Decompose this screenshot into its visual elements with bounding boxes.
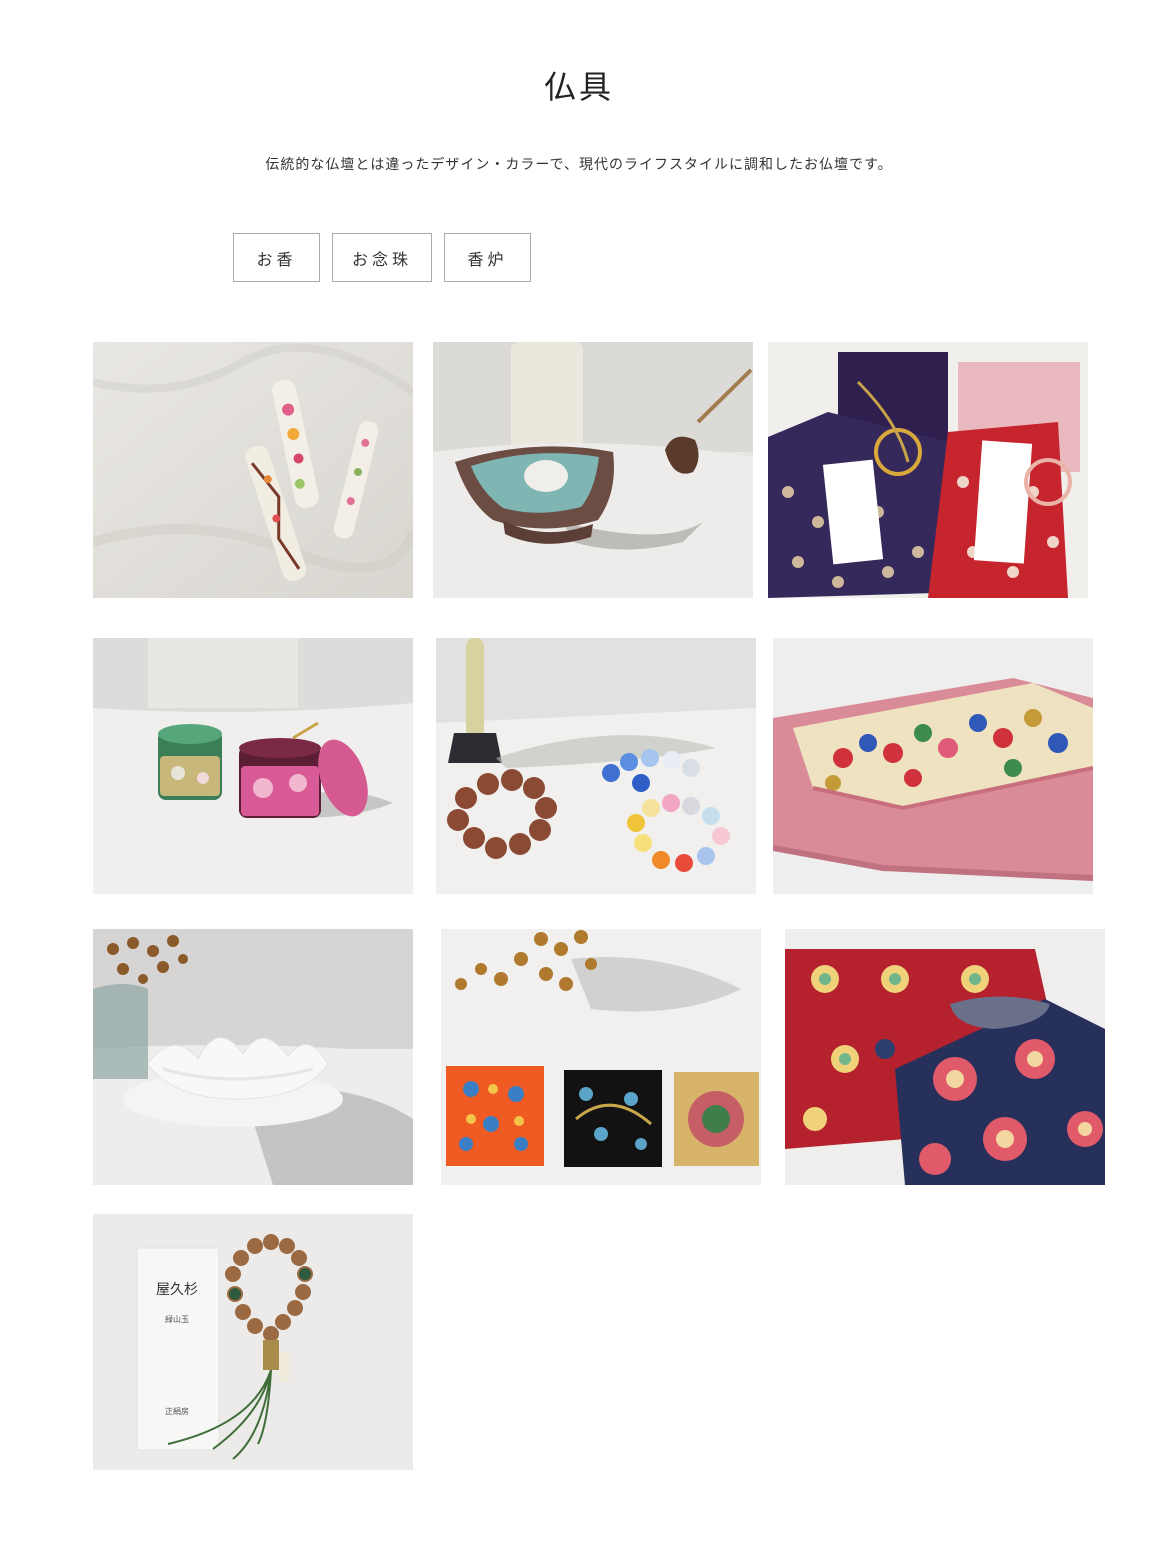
page-title: 仏具 [543,68,614,106]
brocade-pouch-image [773,638,1093,894]
brocade-coasters-image [441,929,761,1185]
label-shoken: 正絹房 [165,1406,189,1416]
yakusugi-rosary-image: 屋久杉 緑山玉 正絹房 [93,1214,413,1470]
filter-incense-button[interactable]: お香 [233,233,320,282]
label-ryokuzan: 緑山玉 [165,1314,189,1324]
product-tile-brocade-pouch[interactable] [773,638,1093,894]
page-description: 伝統的な仏壇とは違ったデザイン・カラーで、現代のライフスタイルに調和したお仏壇で… [265,157,893,173]
product-tile-coasters[interactable] [441,929,761,1185]
incense-burner-dish-image [433,342,753,598]
bead-bracelets-image [436,638,756,894]
tea-caddies-image [93,638,413,894]
brocade-purses-image [785,929,1105,1185]
product-tile-rosary[interactable]: 屋久杉 緑山玉 正絹房 [93,1214,413,1470]
gift-envelopes-image [768,342,1088,598]
product-tile-candles[interactable] [93,342,413,598]
product-tile-tea-caddies[interactable] [93,638,413,894]
product-tile-incense-dish[interactable] [433,342,753,598]
product-tile-lotus-bowl[interactable] [93,929,413,1185]
filter-censer-button[interactable]: 香炉 [444,233,531,282]
filter-rosary-button[interactable]: お念珠 [332,233,432,282]
label-yakusugi: 屋久杉 [156,1282,198,1298]
painted-candles-image [93,342,413,598]
product-tile-brocade-purses[interactable] [785,929,1105,1185]
product-tile-gift-envelopes[interactable] [768,342,1088,598]
product-tile-bracelets[interactable] [436,638,756,894]
lotus-glass-bowl-image [93,929,413,1185]
